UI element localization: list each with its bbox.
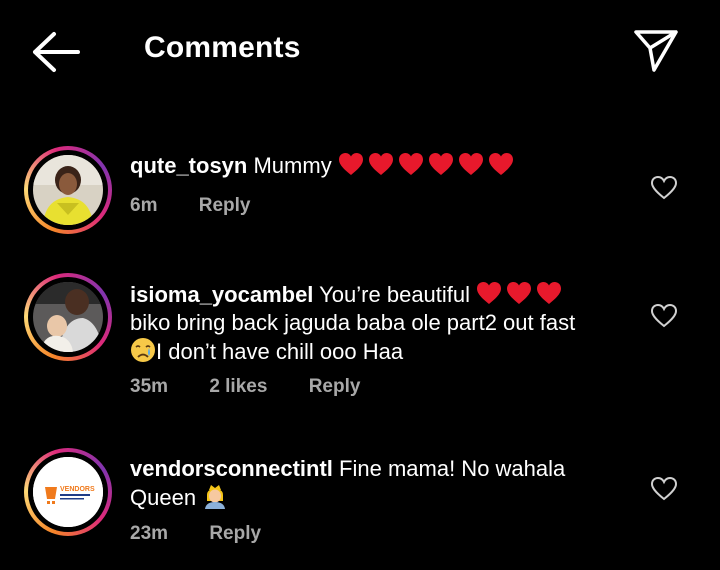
heart-emoji-row (476, 282, 566, 307)
comment-meta: 35m 2 likes Reply (130, 376, 396, 398)
comment-username[interactable]: qute_tosyn (130, 153, 247, 178)
comment-body-line1: Fine mama! No wahala (339, 456, 566, 481)
heart-emoji-row (338, 153, 518, 178)
comment-time: 35m (130, 376, 169, 397)
paper-plane-icon[interactable] (632, 26, 680, 74)
comment-username[interactable]: isioma_yocambel (130, 282, 313, 307)
logo-text: VENDORS (60, 486, 95, 493)
reply-button[interactable]: Reply (199, 195, 251, 216)
reply-button[interactable]: Reply (309, 376, 361, 397)
comment-username[interactable]: vendorsconnectintl (130, 456, 333, 481)
avatar-photo (33, 155, 103, 225)
arrow-left-icon[interactable] (30, 30, 82, 74)
heart-outline-icon[interactable] (650, 475, 678, 503)
princess-icon (205, 485, 226, 509)
comment-time: 23m (130, 523, 169, 544)
crying-face-icon (131, 338, 155, 362)
red-heart-icon (488, 153, 513, 175)
comment-body-line1: You’re beautiful (319, 282, 471, 307)
page-title: Comments (144, 31, 301, 64)
red-heart-icon (507, 282, 532, 304)
red-heart-icon (537, 282, 562, 304)
comment-item: VENDORS vendorsconnectintl Fine mama! No… (0, 448, 720, 558)
heart-outline-icon[interactable] (650, 302, 678, 330)
comment-item: qute_tosyn Mummy 6m Reply (0, 146, 720, 236)
likes-count[interactable]: 2 likes (209, 376, 267, 397)
avatar-photo (33, 282, 103, 352)
comment-meta: 23m Reply (130, 523, 297, 545)
comment-time: 6m (130, 195, 158, 216)
red-heart-icon (368, 153, 393, 175)
avatar[interactable] (24, 273, 112, 361)
comment-item: isioma_yocambel You’re beautiful biko br… (0, 273, 720, 413)
comment-meta: 6m Reply (130, 195, 287, 217)
avatar[interactable] (24, 146, 112, 234)
comment-body: Mummy (253, 153, 332, 178)
red-heart-icon (398, 153, 423, 175)
red-heart-icon (338, 153, 363, 175)
comment-text: isioma_yocambel You’re beautiful biko br… (130, 281, 630, 366)
avatar-logo: VENDORS (33, 457, 103, 527)
avatar[interactable]: VENDORS (24, 448, 112, 536)
red-heart-icon (428, 153, 453, 175)
red-heart-icon (477, 282, 502, 304)
top-bar: Comments (0, 0, 720, 100)
comment-text: qute_tosyn Mummy (130, 152, 630, 180)
heart-outline-icon[interactable] (650, 174, 678, 202)
comment-body-line2: Queen (130, 485, 197, 510)
comment-body-line2: biko bring back jaguda baba ole part2 ou… (130, 310, 576, 335)
comment-body-line3: I don’t have chill ooo Haa (156, 339, 404, 364)
comment-text: vendorsconnectintl Fine mama! No wahala … (130, 455, 630, 512)
reply-button[interactable]: Reply (209, 523, 261, 544)
red-heart-icon (458, 153, 483, 175)
